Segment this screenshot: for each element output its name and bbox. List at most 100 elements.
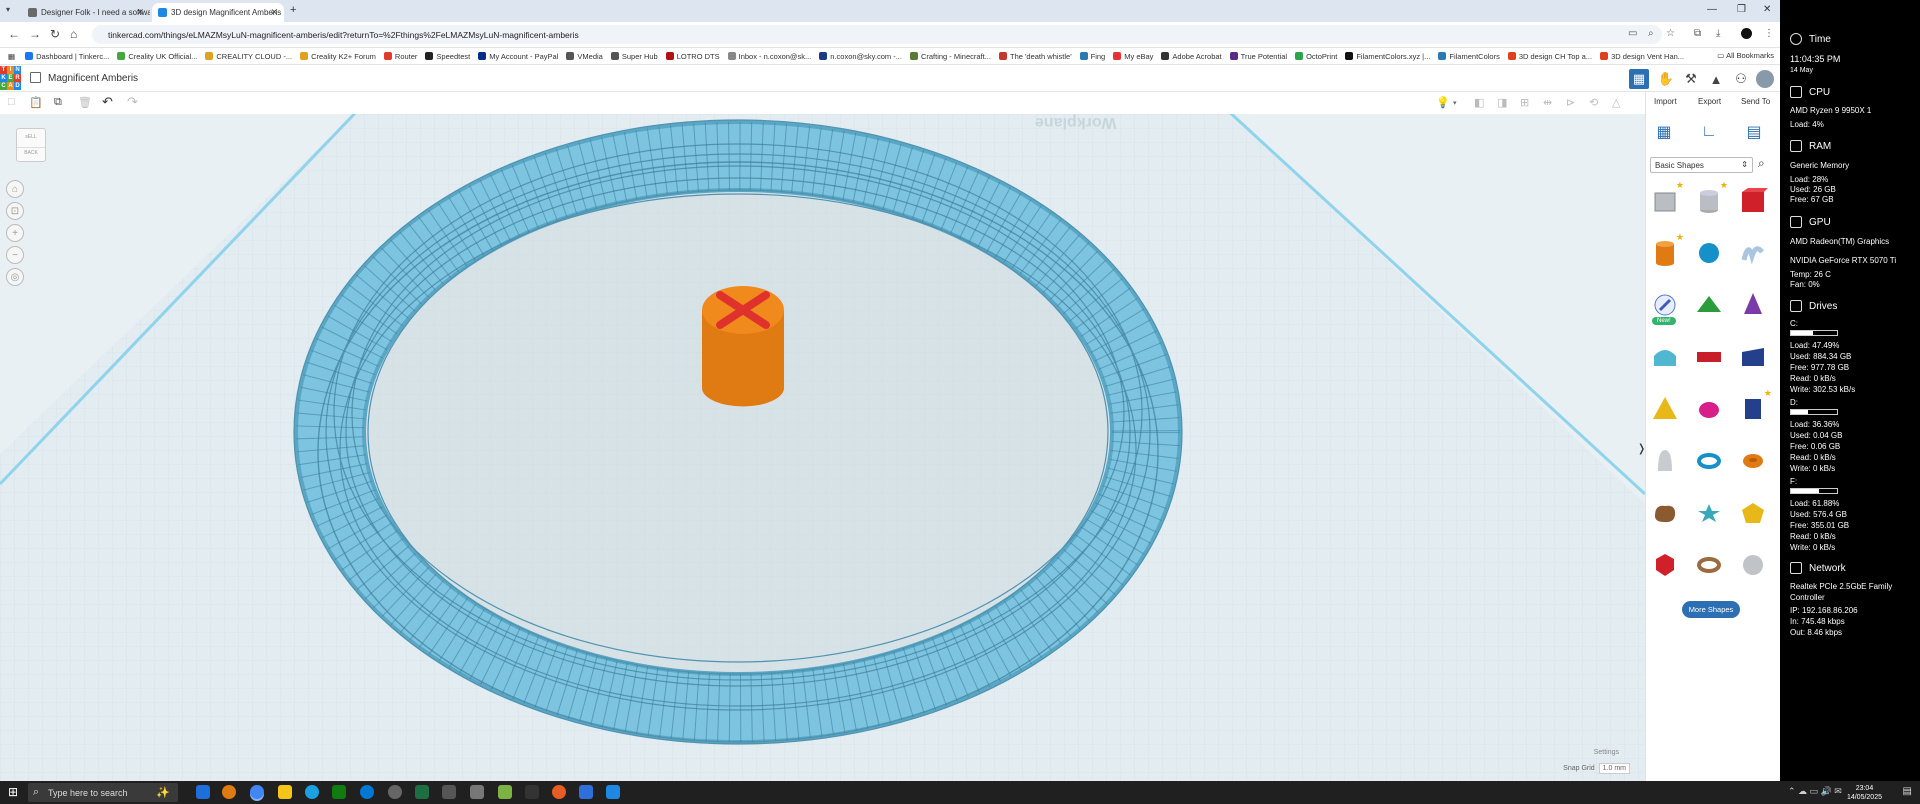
restore-icon[interactable]: ❐ <box>1737 4 1746 15</box>
undo-icon[interactable]: ↶ <box>102 94 113 110</box>
shape-round-roof[interactable] <box>1648 340 1682 374</box>
design-title[interactable]: Magnificent Amberis <box>48 73 138 84</box>
app-icon[interactable] <box>360 785 374 799</box>
shape-wedge[interactable] <box>1736 340 1770 374</box>
view-cube[interactable]: sELL BACK <box>16 128 46 162</box>
shape-cone[interactable] <box>1736 288 1770 322</box>
shape-scribble[interactable] <box>1736 236 1770 270</box>
ungroup-icon[interactable]: ◨ <box>1497 96 1507 109</box>
bookmark-item[interactable]: Creality K2+ Forum <box>300 52 376 61</box>
shape-search-icon[interactable]: ⌕ <box>1758 156 1765 171</box>
file-explorer-icon[interactable] <box>278 785 292 799</box>
cruise-icon[interactable]: ⊳ <box>1566 96 1575 109</box>
hammer-icon[interactable]: ⚒ <box>1681 69 1701 89</box>
light-bulb-icon[interactable]: 💡 <box>1436 96 1450 109</box>
shape-hole-sphere[interactable] <box>1736 548 1770 582</box>
bookmark-item[interactable]: Crafting - Minecraft... <box>909 52 991 61</box>
shape-polygon[interactable]: ★ <box>1736 388 1772 426</box>
tab-list-icon[interactable]: ▾ <box>6 5 10 14</box>
app-icon[interactable] <box>579 785 593 799</box>
calculator-icon[interactable] <box>442 785 456 799</box>
import-button[interactable]: Import <box>1654 97 1677 106</box>
extensions-icon[interactable]: ⧉ <box>1694 28 1701 39</box>
chrome-icon[interactable] <box>250 785 264 799</box>
tinkercad-logo[interactable]: TIN KER CAD <box>0 66 22 90</box>
shape-blob[interactable] <box>1648 496 1682 530</box>
bookmark-item[interactable]: Dashboard | Tinkerc... <box>25 52 109 61</box>
minimize-icon[interactable]: — <box>1707 4 1717 15</box>
tab-3d-design[interactable]: 3D design Magnificent Amberis ✕ <box>152 3 284 22</box>
bookmark-item[interactable]: Router <box>383 52 417 61</box>
new-tab-icon[interactable]: + <box>290 4 296 16</box>
ruler-icon[interactable]: △ <box>1612 96 1620 109</box>
shape-tube[interactable] <box>1736 444 1770 478</box>
3d-view-grid-icon[interactable]: ▦ <box>1629 69 1649 89</box>
ruler-tool-icon[interactable]: ∟ <box>1695 119 1723 145</box>
profile-avatar[interactable] <box>1741 28 1752 39</box>
url-field[interactable]: tinkercad.com/things/eLMAZMsyLuN-magnifi… <box>92 25 1662 44</box>
apps-icon[interactable]: ▦ <box>8 52 15 61</box>
snap-grid-control[interactable]: Snap Grid 1.0 mm <box>1563 763 1630 774</box>
redo-icon[interactable]: ↷ <box>127 94 138 110</box>
xbox-icon[interactable] <box>332 785 346 799</box>
back-icon[interactable]: ← <box>8 27 20 41</box>
user-add-icon[interactable]: ⚇ <box>1731 69 1751 89</box>
app-icon[interactable] <box>470 785 484 799</box>
flip-icon[interactable]: ⇹ <box>1543 96 1552 109</box>
bookmark-item[interactable]: The 'death whistle' <box>998 52 1072 61</box>
shape-category-select[interactable]: Basic Shapes ⇕ <box>1650 157 1753 173</box>
bookmark-item[interactable]: Adobe Acrobat <box>1161 52 1222 61</box>
app-icon[interactable] <box>498 785 512 799</box>
fit-view-icon[interactable]: ⊡ <box>6 202 24 220</box>
downloads-icon[interactable]: ⤓ <box>1716 28 1720 39</box>
bookmark-item[interactable]: FilamentColors.xyz |... <box>1345 52 1430 61</box>
align-icon[interactable]: ⊞ <box>1520 96 1529 109</box>
bookmark-item[interactable]: Speedtest <box>425 52 470 61</box>
shape-icosahedron[interactable] <box>1736 496 1770 530</box>
taskbar-clock[interactable]: 23:04 14/05/2025 <box>1847 784 1882 802</box>
shape-torus[interactable] <box>1692 444 1726 478</box>
shape-ring[interactable] <box>1692 548 1726 582</box>
collapse-panel-icon[interactable]: ❭ <box>1637 442 1646 455</box>
shape-roof[interactable] <box>1692 288 1726 322</box>
export-button[interactable]: Export <box>1698 97 1721 106</box>
group-icon[interactable]: ◧ <box>1474 96 1484 109</box>
bookmark-item[interactable]: Super Hub <box>610 52 658 61</box>
bookmark-item[interactable]: OctoPrint <box>1295 52 1337 61</box>
taskbar-search-input[interactable]: ⌕ Type here to search ✨ <box>28 783 178 802</box>
notes-tool-icon[interactable]: ▤ <box>1740 119 1768 145</box>
skype-icon[interactable] <box>305 785 319 799</box>
shape-box-hole[interactable]: ★ <box>1648 180 1684 218</box>
bricks-icon[interactable]: ▲ <box>1706 69 1726 89</box>
shape-ai-generator[interactable]: New! <box>1648 288 1682 325</box>
forward-icon[interactable]: → <box>29 27 41 41</box>
bookmark-item[interactable]: CREALITY CLOUD -... <box>205 52 292 61</box>
chevron-down-icon[interactable]: ▾ <box>1453 99 1457 107</box>
bookmark-item[interactable]: FilamentColors <box>1438 52 1500 61</box>
windows-start-icon[interactable]: ⊞ <box>8 785 18 799</box>
paste-icon[interactable]: 📋 <box>29 96 43 109</box>
bookmark-item[interactable]: VMedia <box>566 52 603 61</box>
shape-heart[interactable] <box>1648 548 1682 582</box>
delete-icon[interactable]: 🗑 <box>78 96 92 109</box>
tray-icons[interactable]: ⌃ ☁ ▭ 🔊 ✉ <box>1788 786 1842 797</box>
rotate-icon[interactable]: ⟲ <box>1589 96 1598 109</box>
bookmark-item[interactable]: My Account - PayPal <box>478 52 558 61</box>
all-bookmarks-button[interactable]: ▭ All Bookmarks <box>1717 51 1774 60</box>
bookmark-item[interactable]: Fing <box>1079 52 1105 61</box>
shape-box[interactable] <box>1736 184 1770 218</box>
shape-half-sphere[interactable] <box>1692 392 1726 426</box>
shape-text[interactable] <box>1692 340 1726 374</box>
tab-designer-folk[interactable]: Designer Folk - I need a softwa... ✕ <box>22 3 150 22</box>
bookmark-star-icon[interactable]: ☆ <box>1666 28 1675 39</box>
close-tab-icon[interactable]: ✕ <box>270 7 278 18</box>
app-icon[interactable] <box>606 785 620 799</box>
user-avatar[interactable] <box>1756 70 1774 88</box>
send-to-button[interactable]: Send To <box>1741 97 1770 106</box>
zoom-icon[interactable]: ⌕ <box>1648 28 1654 39</box>
shape-paraboloid[interactable] <box>1648 444 1682 478</box>
browser-menu-icon[interactable]: ⋮ <box>1764 28 1774 39</box>
zoom-out-icon[interactable]: − <box>6 246 24 264</box>
workplane-tool-icon[interactable]: ▦ <box>1650 119 1678 145</box>
shape-pyramid[interactable] <box>1648 392 1682 426</box>
